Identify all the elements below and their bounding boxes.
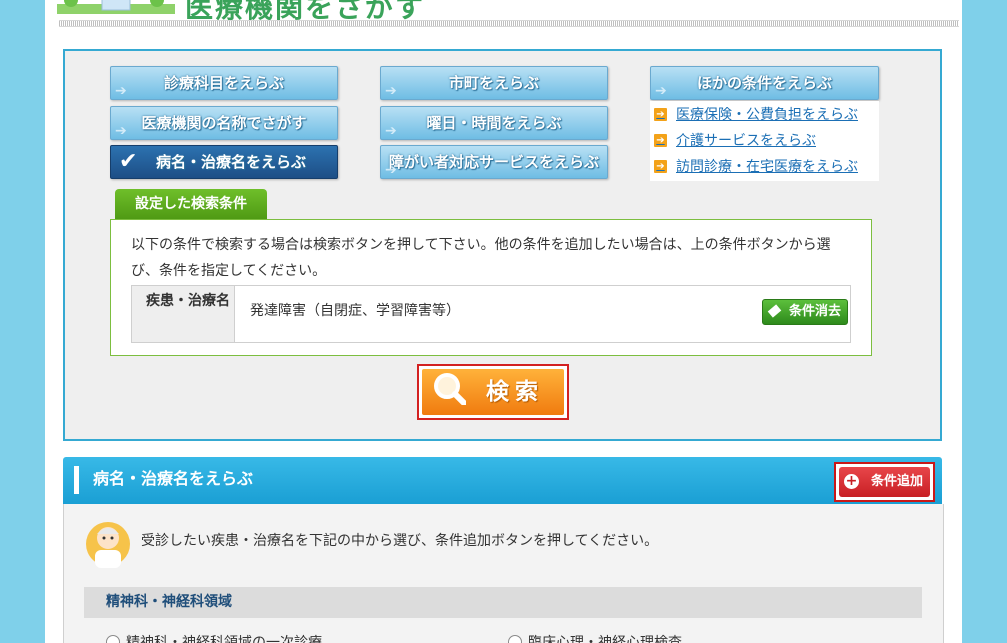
select-city-button[interactable]: ➔ 市町をえらぶ [380, 66, 608, 100]
button-label: 医療機関の名称でさがす [141, 114, 307, 132]
eraser-icon [767, 304, 782, 318]
select-disability-service-button[interactable]: ➔ 障がい者対応サービスをえらぶ [380, 145, 608, 179]
search-button[interactable]: 検索 [417, 364, 569, 420]
add-condition-button[interactable]: + 条件追加 [834, 462, 935, 502]
search-by-name-button[interactable]: ➔ 医療機関の名称でさがす [110, 106, 338, 140]
doctor-avatar-icon [86, 522, 130, 568]
add-condition-face: + 条件追加 [839, 467, 930, 497]
link-home-care[interactable]: ➔ 訪問診療・在宅医療をえらぶ [650, 153, 879, 179]
button-label: 障がい者対応サービスをえらぶ [388, 153, 599, 171]
link-insurance[interactable]: ➔ 医療保険・公費負担をえらぶ [650, 101, 879, 127]
add-condition-label: 条件追加 [870, 474, 923, 489]
select-other-conditions-button[interactable]: ➔ ほかの条件をえらぶ [650, 66, 879, 100]
site-header: 医療機関をさがす [45, 0, 962, 28]
section-accent-bar [74, 466, 79, 494]
button-label: 診療科目をえらぶ [163, 74, 284, 92]
clear-condition-button[interactable]: 条件消去 [762, 299, 848, 325]
magnifier-icon [434, 373, 466, 405]
arrow-right-icon: ➔ [115, 83, 127, 99]
arrow-right-icon: ➔ [385, 83, 397, 99]
search-label: 検索 [486, 379, 544, 405]
button-label: 病名・治療名をえらぶ [155, 153, 306, 171]
page: 医療機関をさがす ➔ 診療科目をえらぶ ➔ 市町をえらぶ ➔ ほかの条件をえらぶ… [45, 0, 962, 643]
set-conditions-description: 以下の条件で検索する場合は検索ボタンを押して下さい。他の条件を追加したい場合は、… [131, 237, 831, 279]
option-label: 臨床心理・神経心理検査 [528, 635, 682, 643]
condition-value-text: 発達障害（自閉症、学習障害等） [250, 303, 460, 319]
arrow-right-icon: ➔ [115, 123, 127, 139]
option-primary-psychiatry[interactable]: 精神科・神経科領域の一次診療 [106, 632, 322, 643]
search-button-face: 検索 [422, 369, 564, 415]
condition-row-header: 疾患・治療名 [132, 286, 235, 342]
set-conditions-tab: 設定した検索条件 [115, 189, 267, 219]
arrow-right-icon: ➔ [654, 159, 667, 173]
radio-button[interactable] [508, 635, 522, 643]
link-label: 介護サービスをえらぶ [676, 133, 816, 149]
link-label: 訪問診療・在宅医療をえらぶ [676, 159, 858, 175]
link-label: 医療保険・公費負担をえらぶ [676, 107, 858, 123]
link-care-services[interactable]: ➔ 介護サービスをえらぶ [650, 127, 879, 153]
group-heading: 精神科・神経科領域 [84, 587, 922, 618]
button-label: 曜日・時間をえらぶ [426, 114, 562, 132]
arrow-right-icon: ➔ [385, 162, 397, 178]
arrow-right-icon: ➔ [385, 123, 397, 139]
logo-illustration [57, 0, 175, 14]
select-day-time-button[interactable]: ➔ 曜日・時間をえらぶ [380, 106, 608, 140]
radio-button[interactable] [106, 635, 120, 643]
button-label: ほかの条件をえらぶ [696, 74, 832, 92]
option-label: 精神科・神経科領域の一次診療 [126, 635, 322, 643]
instruction-text: 受診したい疾患・治療名を下記の中から選び、条件追加ボタンを押してください。 [141, 533, 659, 549]
select-disease-button[interactable]: ✔ 病名・治療名をえらぶ [110, 145, 338, 179]
search-conditions-panel: ➔ 診療科目をえらぶ ➔ 市町をえらぶ ➔ ほかの条件をえらぶ ➔ 医療機関の名… [63, 49, 942, 441]
section-body: 受診したい疾患・治療名を下記の中から選び、条件追加ボタンを押してください。 精神… [63, 504, 944, 643]
condition-row-value: 発達障害（自閉症、学習障害等） 条件消去 [235, 286, 850, 342]
arrow-right-icon: ➔ [654, 133, 667, 147]
clear-label: 条件消去 [788, 304, 841, 319]
section-title: 病名・治療名をえらぶ [93, 469, 254, 488]
set-conditions-table: 疾患・治療名 発達障害（自閉症、学習障害等） 条件消去 [131, 285, 851, 343]
arrow-right-icon: ➔ [654, 107, 667, 121]
other-conditions-links: ➔ 医療保険・公費負担をえらぶ ➔ 介護サービスをえらぶ ➔ 訪問診療・在宅医療… [650, 101, 879, 181]
select-department-button[interactable]: ➔ 診療科目をえらぶ [110, 66, 338, 100]
checkmark-icon: ✔ [119, 149, 138, 174]
plus-circle-icon: + [844, 473, 859, 489]
section-header: 病名・治療名をえらぶ + 条件追加 [63, 457, 942, 504]
option-psych-testing[interactable]: 臨床心理・神経心理検査 [508, 632, 682, 643]
set-conditions-box: 以下の条件で検索する場合は検索ボタンを押して下さい。他の条件を追加したい場合は、… [110, 219, 872, 356]
button-label: 市町をえらぶ [448, 74, 539, 92]
header-divider [59, 20, 959, 27]
